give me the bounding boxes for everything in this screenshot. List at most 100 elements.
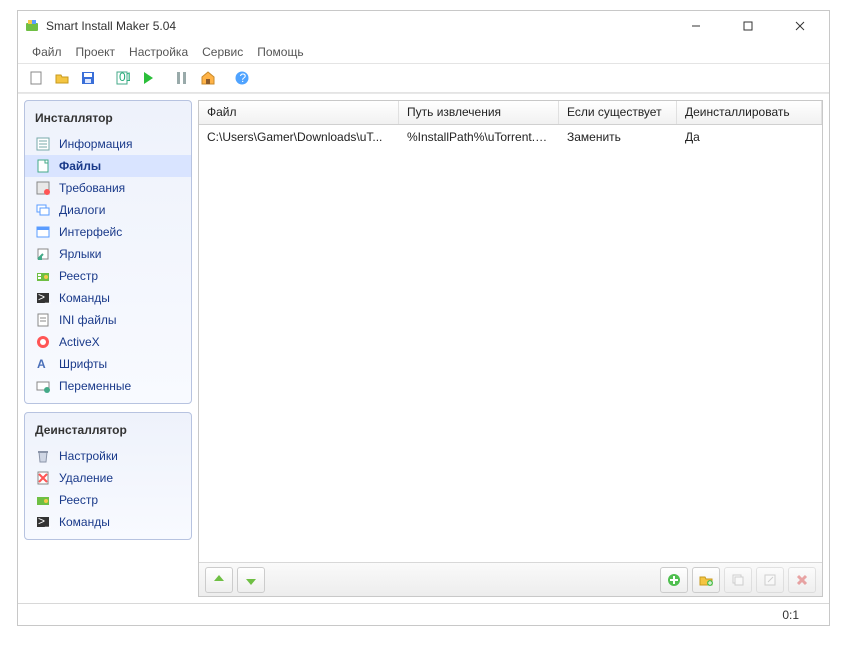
sidebar-item-un-settings[interactable]: Настройки — [25, 445, 191, 467]
menu-settings[interactable]: Настройка — [123, 43, 194, 61]
sidebar-item-label: ActiveX — [59, 335, 100, 349]
cell-extract: %InstallPath%\uTorrent.exe — [399, 126, 559, 148]
trash-icon — [35, 448, 51, 464]
info-icon — [35, 136, 51, 152]
tools-button[interactable] — [170, 66, 194, 90]
run-button[interactable] — [136, 66, 160, 90]
minimize-button[interactable] — [675, 12, 717, 40]
sidebar-item-label: Команды — [59, 291, 110, 305]
sidebar-item-label: INI файлы — [59, 313, 117, 327]
toolbar: 01 ? — [18, 63, 829, 93]
col-uninstall[interactable]: Деинсталлировать — [677, 101, 822, 124]
sidebar-item-label: Настройки — [59, 449, 118, 463]
sidebar-item-label: Диалоги — [59, 203, 105, 217]
registry-icon — [35, 268, 51, 284]
app-icon — [24, 18, 40, 34]
copy-button[interactable] — [724, 567, 752, 593]
sidebar-item-un-registry[interactable]: Реестр — [25, 489, 191, 511]
sidebar-item-label: Интерфейс — [59, 225, 122, 239]
sidebar-item-label: Ярлыки — [59, 247, 102, 261]
sidebar-item-files[interactable]: Файлы — [25, 155, 191, 177]
commands-icon: >_ — [35, 290, 51, 306]
table-header: Файл Путь извлечения Если существует Деи… — [199, 101, 822, 125]
sidebar-item-label: Реестр — [59, 493, 98, 507]
sidebar-item-label: Команды — [59, 515, 110, 529]
sidebar-item-requirements[interactable]: Требования — [25, 177, 191, 199]
activex-icon — [35, 334, 51, 350]
sidebar-item-label: Удаление — [59, 471, 113, 485]
help-button[interactable]: ? — [230, 66, 254, 90]
sidebar: Инсталлятор Информация Файлы Требования … — [24, 100, 192, 597]
dialogs-icon — [35, 202, 51, 218]
uninstaller-panel: Деинсталлятор Настройки Удаление Реестр … — [24, 412, 192, 540]
new-button[interactable] — [24, 66, 48, 90]
requirements-icon — [35, 180, 51, 196]
col-file[interactable]: Файл — [199, 101, 399, 124]
bottom-toolbar — [199, 562, 822, 596]
status-ratio: 0:1 — [782, 608, 799, 622]
menu-help[interactable]: Помощь — [251, 43, 309, 61]
sidebar-item-un-delete[interactable]: Удаление — [25, 467, 191, 489]
commands-icon: >_ — [35, 514, 51, 530]
sidebar-item-activex[interactable]: ActiveX — [25, 331, 191, 353]
installer-panel: Инсталлятор Информация Файлы Требования … — [24, 100, 192, 404]
table-row[interactable]: C:\Users\Gamer\Downloads\uT... %InstallP… — [199, 125, 822, 149]
move-up-button[interactable] — [205, 567, 233, 593]
registry-icon — [35, 492, 51, 508]
sidebar-item-registry[interactable]: Реестр — [25, 265, 191, 287]
cell-file: C:\Users\Gamer\Downloads\uT... — [199, 126, 399, 148]
sidebar-item-shortcuts[interactable]: Ярлыки — [25, 243, 191, 265]
window-title: Smart Install Maker 5.04 — [46, 19, 176, 33]
cell-uninstall: Да — [677, 126, 822, 148]
add-folder-button[interactable] — [692, 567, 720, 593]
menu-project[interactable]: Проект — [70, 43, 122, 61]
svg-text:A: A — [37, 357, 46, 371]
sidebar-item-fonts[interactable]: A Шрифты — [25, 353, 191, 375]
variables-icon — [35, 378, 51, 394]
sidebar-item-label: Файлы — [59, 159, 101, 173]
binary-button[interactable]: 01 — [110, 66, 134, 90]
installer-header: Инсталлятор — [25, 105, 191, 133]
svg-text:01: 01 — [119, 70, 130, 84]
sidebar-item-variables[interactable]: Переменные — [25, 375, 191, 397]
files-icon — [35, 158, 51, 174]
content: Инсталлятор Информация Файлы Требования … — [18, 93, 829, 603]
sidebar-item-interface[interactable]: Интерфейс — [25, 221, 191, 243]
window-controls — [675, 12, 823, 40]
svg-text:>_: >_ — [38, 290, 51, 304]
edit-button[interactable] — [756, 567, 784, 593]
sidebar-item-un-commands[interactable]: >_ Команды — [25, 511, 191, 533]
svg-text:>_: >_ — [38, 514, 51, 528]
sidebar-item-dialogs[interactable]: Диалоги — [25, 199, 191, 221]
sidebar-item-ini[interactable]: INI файлы — [25, 309, 191, 331]
sidebar-item-information[interactable]: Информация — [25, 133, 191, 155]
menu-file[interactable]: Файл — [26, 43, 68, 61]
sidebar-item-label: Информация — [59, 137, 132, 151]
home-button[interactable] — [196, 66, 220, 90]
interface-icon — [35, 224, 51, 240]
add-button[interactable] — [660, 567, 688, 593]
titlebar: Smart Install Maker 5.04 — [18, 11, 829, 41]
uninstaller-header: Деинсталлятор — [25, 417, 191, 445]
open-button[interactable] — [50, 66, 74, 90]
app-window: Smart Install Maker 5.04 Файл Проект Нас… — [17, 10, 830, 626]
sidebar-item-commands[interactable]: >_ Команды — [25, 287, 191, 309]
sidebar-item-label: Переменные — [59, 379, 131, 393]
fonts-icon: A — [35, 356, 51, 372]
save-button[interactable] — [76, 66, 100, 90]
menubar: Файл Проект Настройка Сервис Помощь — [18, 41, 829, 63]
main-panel: Файл Путь извлечения Если существует Деи… — [198, 100, 823, 597]
maximize-button[interactable] — [727, 12, 769, 40]
col-extract[interactable]: Путь извлечения — [399, 101, 559, 124]
col-exists[interactable]: Если существует — [559, 101, 677, 124]
cell-exists: Заменить — [559, 126, 677, 148]
title-left: Smart Install Maker 5.04 — [24, 18, 176, 34]
remove-button[interactable] — [788, 567, 816, 593]
menu-service[interactable]: Сервис — [196, 43, 249, 61]
close-button[interactable] — [779, 12, 821, 40]
ini-icon — [35, 312, 51, 328]
sidebar-item-label: Реестр — [59, 269, 98, 283]
sidebar-item-label: Шрифты — [59, 357, 107, 371]
delete-icon — [35, 470, 51, 486]
move-down-button[interactable] — [237, 567, 265, 593]
